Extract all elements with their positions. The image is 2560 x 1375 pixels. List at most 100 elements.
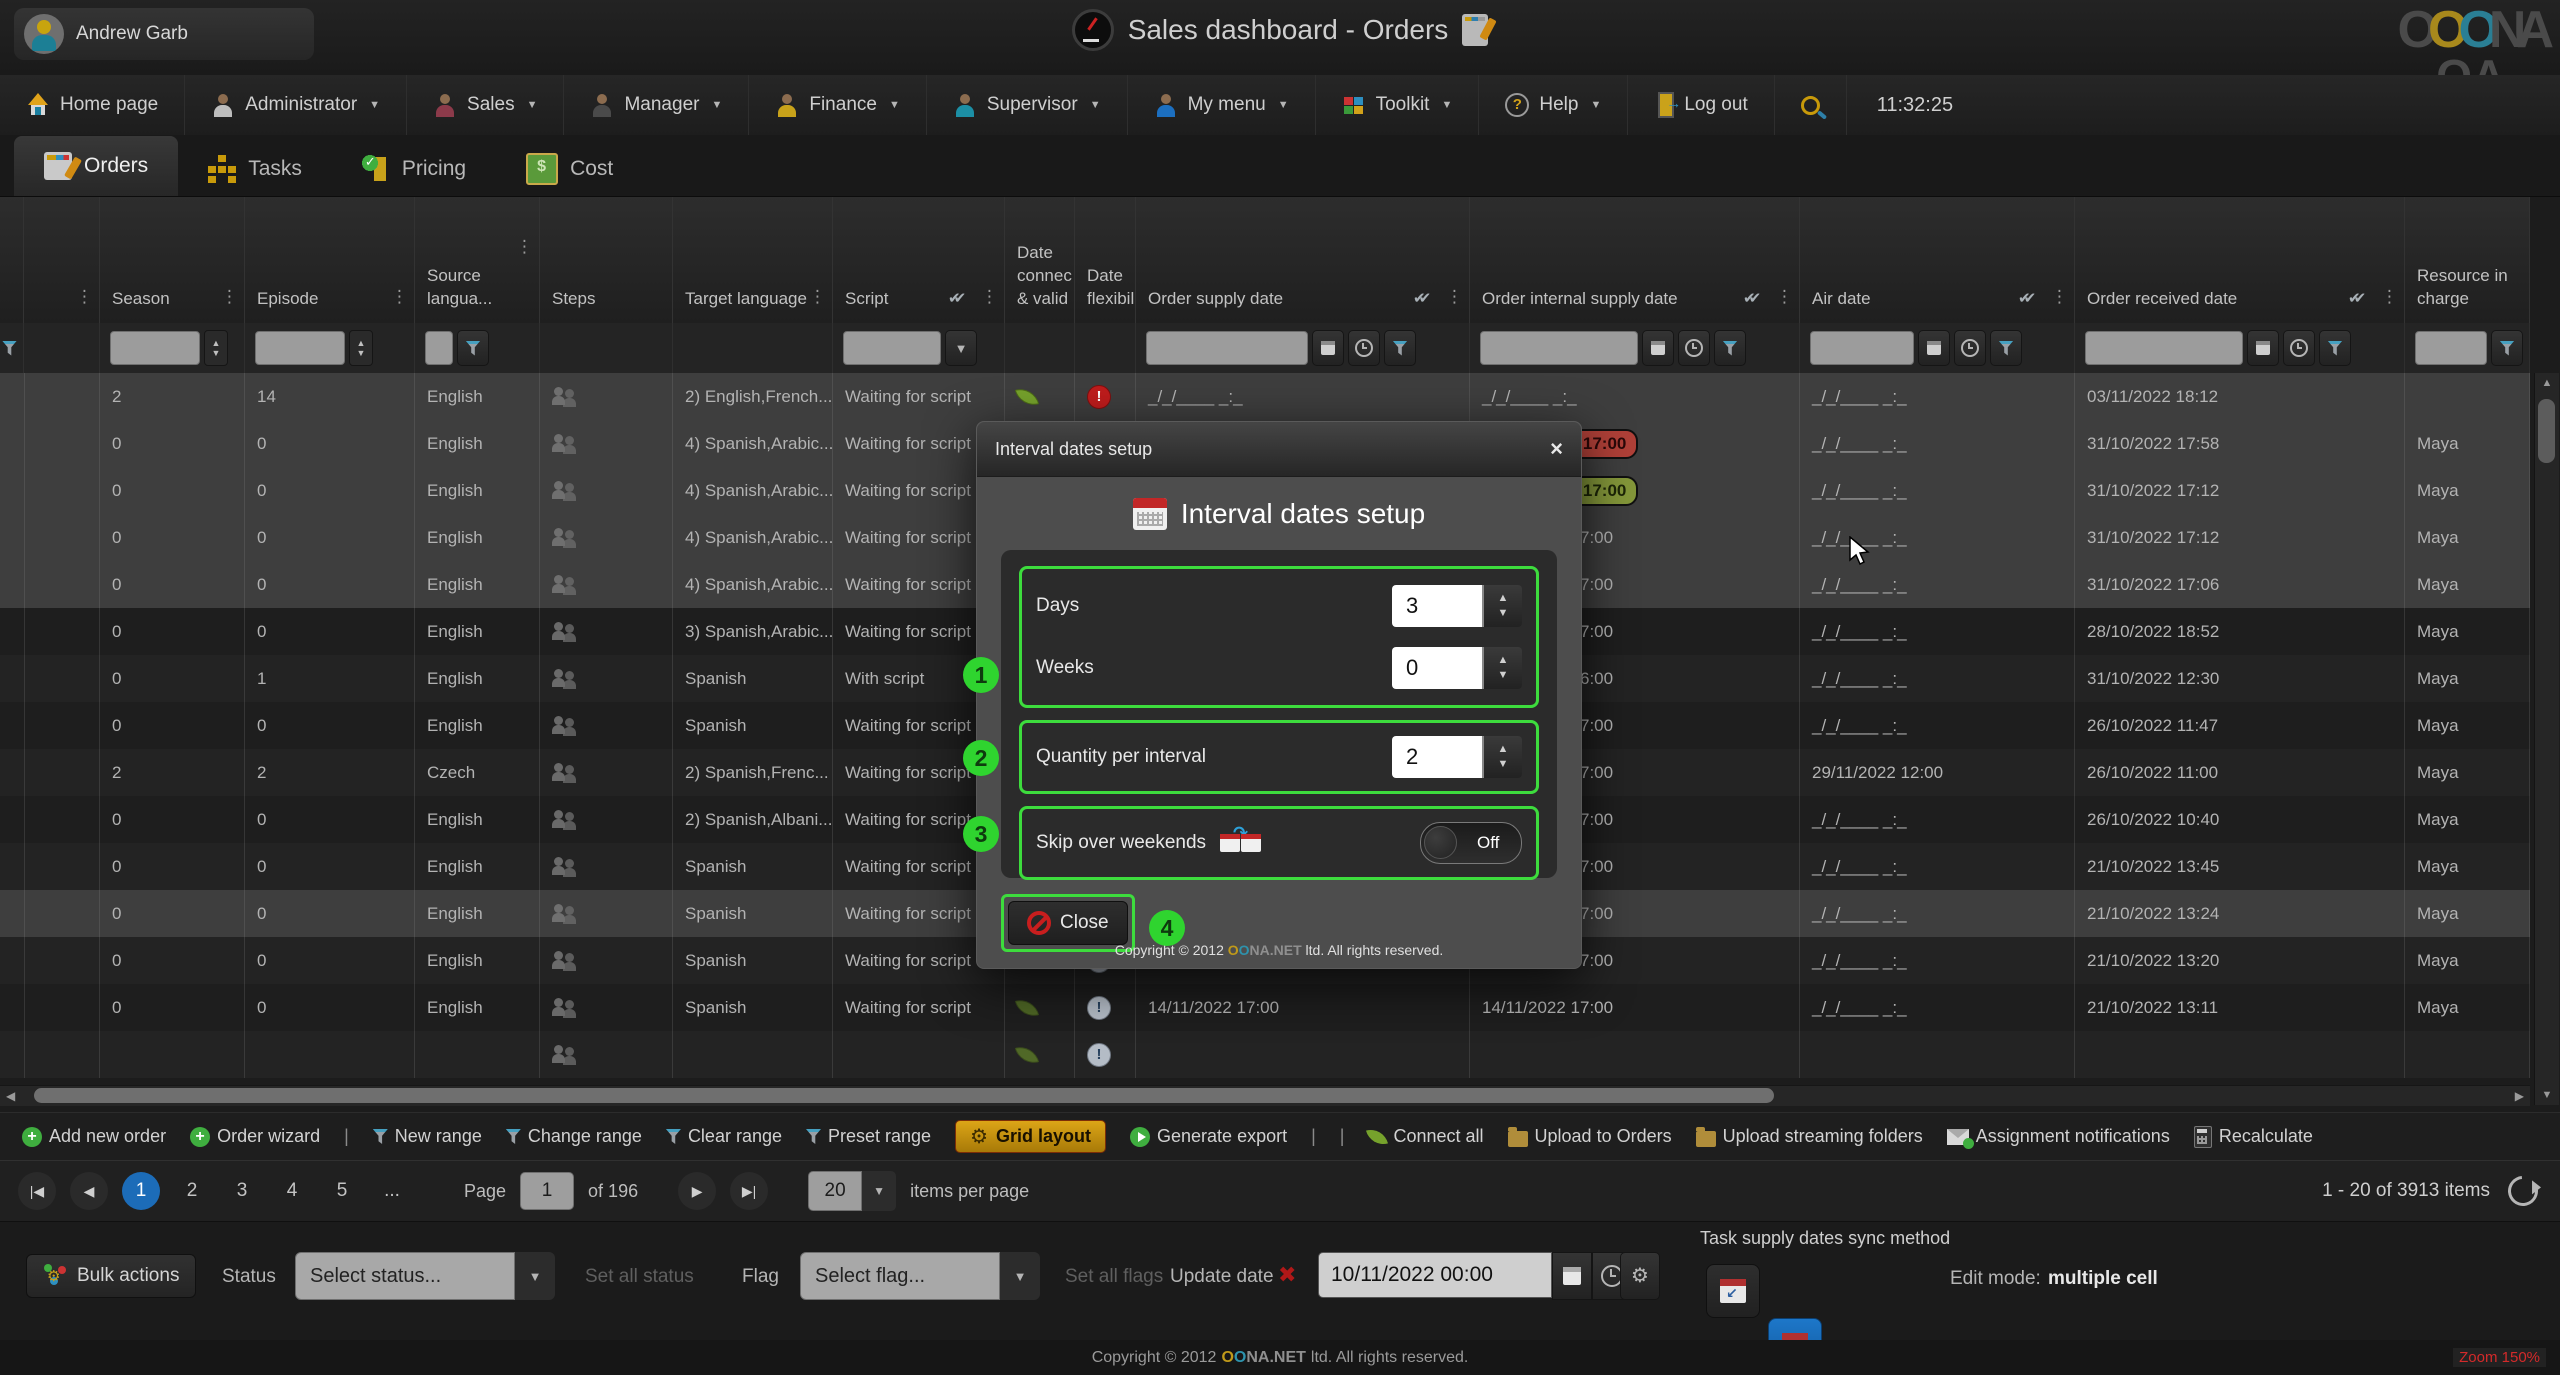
first-page-button[interactable]: |◀ bbox=[18, 1172, 56, 1210]
calendar-button[interactable] bbox=[1552, 1252, 1592, 1300]
tab-tasks[interactable]: Tasks bbox=[178, 142, 332, 196]
menu-search[interactable] bbox=[1775, 75, 1847, 135]
received-filter-input[interactable] bbox=[2085, 331, 2243, 365]
horizontal-scroll-thumb[interactable] bbox=[34, 1088, 1774, 1103]
upload-streaming-folders-button[interactable]: Upload streaming folders bbox=[1696, 1126, 1923, 1147]
header-order-internal-supply-date[interactable]: Order internal supply date✔✔⋮ bbox=[1470, 197, 1800, 323]
grid-layout-button[interactable]: ⚙Grid layout bbox=[955, 1120, 1106, 1153]
quantity-input[interactable]: 2 bbox=[1392, 736, 1484, 778]
order-wizard-button[interactable]: +Order wizard bbox=[190, 1126, 320, 1147]
scroll-up-icon[interactable]: ▲ bbox=[2535, 377, 2559, 389]
script-filter-input[interactable] bbox=[843, 331, 941, 365]
funnel-button[interactable] bbox=[1714, 330, 1746, 366]
days-input[interactable]: 3 bbox=[1392, 585, 1484, 627]
clock-button[interactable] bbox=[1348, 330, 1380, 366]
cell-steps[interactable] bbox=[540, 1031, 673, 1078]
flag-select[interactable]: Select flag...▼ bbox=[800, 1252, 1040, 1300]
funnel-button[interactable] bbox=[1990, 330, 2022, 366]
calendar-button[interactable] bbox=[2247, 330, 2279, 366]
scroll-left-icon[interactable]: ◀ bbox=[6, 1088, 15, 1104]
cell-steps[interactable] bbox=[540, 749, 673, 796]
page-input[interactable]: 1 bbox=[520, 1172, 574, 1210]
table-row[interactable]: 2 14 English 2) English,French... Waitin… bbox=[0, 373, 2530, 420]
assignment-notifications-button[interactable]: Assignment notifications bbox=[1947, 1126, 2170, 1147]
season-filter-input[interactable] bbox=[110, 331, 200, 365]
calendar-button[interactable] bbox=[1312, 330, 1344, 366]
column-menu-icon[interactable]: ⋮ bbox=[809, 286, 826, 309]
menu-sales[interactable]: Sales▼ bbox=[407, 75, 564, 135]
column-menu-icon[interactable]: ⋮ bbox=[76, 286, 93, 309]
status-select[interactable]: Select status...▼ bbox=[295, 1252, 555, 1300]
menu-manager[interactable]: Manager▼ bbox=[564, 75, 749, 135]
cell-steps[interactable] bbox=[540, 467, 673, 514]
column-menu-icon[interactable]: ⋮ bbox=[516, 236, 533, 259]
internal-filter-input[interactable] bbox=[1480, 331, 1638, 365]
scroll-down-icon[interactable]: ▼ bbox=[2535, 1089, 2559, 1101]
column-menu-icon[interactable]: ⋮ bbox=[981, 286, 998, 309]
header-resource-in-charge[interactable]: Resource in charge bbox=[2405, 197, 2530, 323]
close-icon[interactable]: × bbox=[1550, 436, 1563, 462]
refresh-icon[interactable] bbox=[2502, 1170, 2544, 1212]
spinner-buttons[interactable]: ▲▼ bbox=[204, 330, 228, 366]
page-number-4[interactable]: 4 bbox=[274, 1180, 310, 1202]
tab-orders[interactable]: Orders bbox=[14, 136, 178, 196]
last-page-button[interactable]: ▶| bbox=[730, 1172, 768, 1210]
header-episode[interactable]: Episode⋮ bbox=[245, 197, 415, 323]
cell-steps[interactable] bbox=[540, 937, 673, 984]
cell-steps[interactable] bbox=[540, 984, 673, 1031]
clear-range-button[interactable]: Clear range bbox=[666, 1126, 782, 1147]
funnel-button[interactable] bbox=[2491, 330, 2523, 366]
header-date-connected-valid[interactable]: Date connec & valid bbox=[1005, 197, 1075, 323]
funnel-button[interactable] bbox=[457, 330, 489, 366]
table-row[interactable]: 0 0 English Spanish Waiting for script !… bbox=[0, 984, 2530, 1031]
clock-button[interactable] bbox=[1954, 330, 1986, 366]
clock-button[interactable] bbox=[1678, 330, 1710, 366]
recalculate-button[interactable]: Recalculate bbox=[2194, 1126, 2313, 1148]
add-new-order-button[interactable]: +Add new order bbox=[22, 1126, 166, 1147]
header-order-supply-date[interactable]: Order supply date✔✔⋮ bbox=[1136, 197, 1470, 323]
upload-to-orders-button[interactable]: Upload to Orders bbox=[1508, 1126, 1672, 1147]
update-date-input[interactable]: 10/11/2022 00:00 bbox=[1318, 1252, 1552, 1298]
header-date-flexibility[interactable]: Date flexibil bbox=[1075, 197, 1136, 323]
cell-steps[interactable] bbox=[540, 420, 673, 467]
vertical-scrollbar[interactable]: ▲ ▼ bbox=[2534, 373, 2559, 1105]
column-menu-icon[interactable]: ⋮ bbox=[1776, 286, 1793, 309]
funnel-button[interactable] bbox=[1384, 330, 1416, 366]
menu-my-menu[interactable]: My menu▼ bbox=[1128, 75, 1316, 135]
header-steps[interactable]: Steps bbox=[540, 197, 673, 323]
quantity-stepper[interactable]: 2 ▲▼ bbox=[1392, 736, 1522, 778]
cell-steps[interactable] bbox=[540, 608, 673, 655]
previous-page-button[interactable]: ◀ bbox=[70, 1172, 108, 1210]
cell-steps[interactable] bbox=[540, 514, 673, 561]
calendar-button[interactable] bbox=[1918, 330, 1950, 366]
header-target-language[interactable]: Target language⋮ bbox=[673, 197, 833, 323]
cell-steps[interactable] bbox=[540, 373, 673, 420]
column-menu-icon[interactable]: ⋮ bbox=[2051, 286, 2068, 309]
dialog-title-bar[interactable]: Interval dates setup × bbox=[977, 422, 1581, 477]
cell-steps[interactable] bbox=[540, 796, 673, 843]
items-per-page-select[interactable]: 20▼ bbox=[808, 1171, 896, 1211]
page-number-1[interactable]: 1 bbox=[122, 1172, 160, 1210]
column-menu-icon[interactable]: ⋮ bbox=[1446, 286, 1463, 309]
spinner-arrows-icon[interactable]: ▲▼ bbox=[1484, 585, 1522, 627]
cell-steps[interactable] bbox=[540, 843, 673, 890]
page-number-5[interactable]: 5 bbox=[324, 1180, 360, 1202]
menu-home-page[interactable]: Home page bbox=[0, 75, 185, 135]
header-season[interactable]: Season⋮ bbox=[100, 197, 245, 323]
column-menu-icon[interactable]: ⋮ bbox=[2381, 286, 2398, 309]
new-range-button[interactable]: New range bbox=[373, 1126, 482, 1147]
header-air-date[interactable]: Air date✔✔⋮ bbox=[1800, 197, 2075, 323]
header-selector[interactable]: ⋮ bbox=[24, 197, 100, 323]
spinner-arrows-icon[interactable]: ▲▼ bbox=[1484, 647, 1522, 689]
user-chip[interactable]: Andrew Garb bbox=[14, 8, 314, 60]
tab-cost[interactable]: Cost bbox=[496, 142, 643, 196]
cell-steps[interactable] bbox=[540, 890, 673, 937]
generate-export-button[interactable]: Generate export bbox=[1130, 1126, 1287, 1147]
preset-range-button[interactable]: Preset range bbox=[806, 1126, 931, 1147]
supply-filter-input[interactable] bbox=[1146, 331, 1308, 365]
menu-help[interactable]: ?Help▼ bbox=[1479, 75, 1628, 135]
page-number-2[interactable]: 2 bbox=[174, 1180, 210, 1202]
calendar-button[interactable] bbox=[1642, 330, 1674, 366]
menu-log-out[interactable]: Log out bbox=[1628, 75, 1774, 135]
menu-supervisor[interactable]: Supervisor▼ bbox=[927, 75, 1128, 135]
